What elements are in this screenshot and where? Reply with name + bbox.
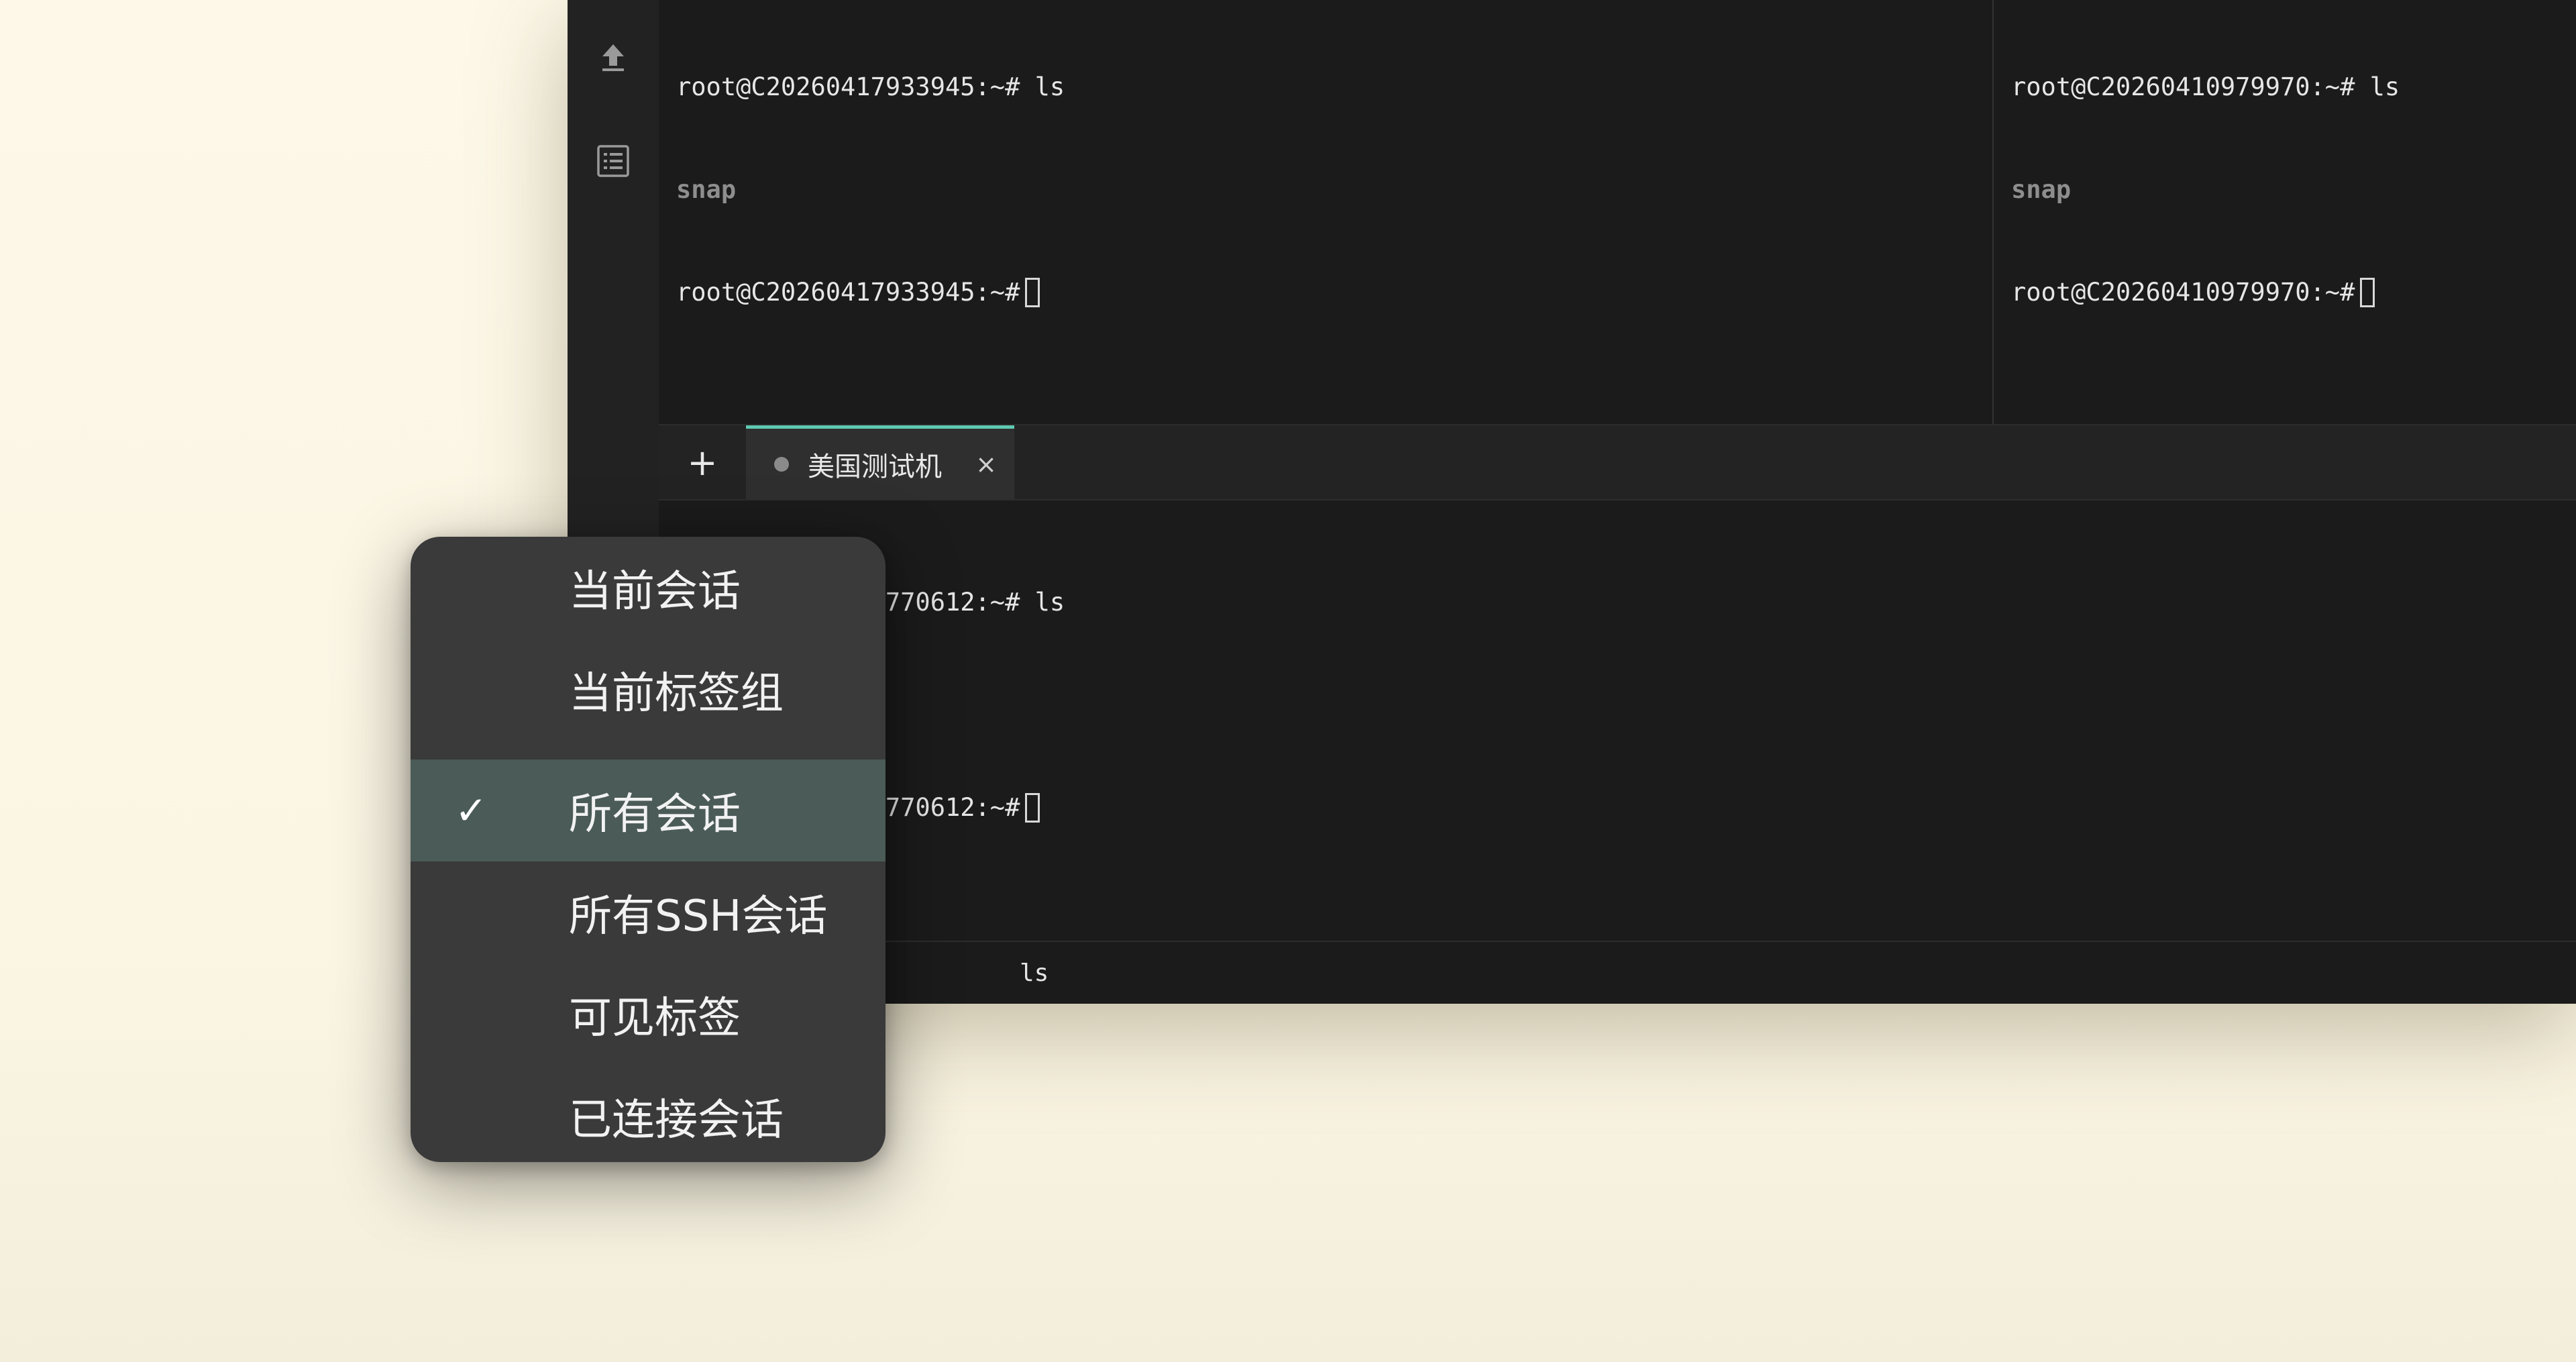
command-input[interactable]: ls — [1020, 959, 1049, 987]
menu-item-all-sessions[interactable]: ✓ 所有会话 — [411, 759, 885, 861]
terminal-output: root@C20260410979970:~# ls snap root@C20… — [2011, 1, 2400, 378]
menu-item-label: 所有SSH会话 — [569, 892, 828, 941]
menu-item-connected-sessions[interactable]: 已连接会话 — [411, 1065, 885, 1162]
upload-icon[interactable] — [590, 35, 636, 81]
broadcast-target-menu: 当前会话 当前标签组 ✓ 所有会话 所有SSH会话 可见标签 已连接会话 — [411, 537, 885, 1162]
list-icon-glyph — [597, 145, 629, 177]
close-tab-icon[interactable]: × — [975, 450, 997, 479]
terminal-cursor — [2360, 278, 2375, 307]
terminal-prompt-line: root@C20260417933945:~# — [676, 275, 1065, 309]
tab-bar: + 美国测试机 × — [659, 424, 2576, 501]
menu-item-label: 所有会话 — [569, 790, 741, 839]
terminal-pane-top-left[interactable]: root@C20260417933945:~# ls snap root@C20… — [659, 0, 1992, 424]
terminal-pane-bottom[interactable]: root@C20260410770612:~# ls snap root@C20… — [659, 501, 2576, 941]
add-tab-button[interactable]: + — [659, 425, 746, 499]
terminal-prompt: root@C20260410979970:~# — [2011, 278, 2355, 307]
checkmark-icon: ✓ — [455, 788, 488, 833]
menu-item-label: 已连接会话 — [569, 1096, 784, 1145]
tab-label: 美国测试机 — [808, 451, 942, 482]
terminal-prompt: root@C20260417933945:~# — [676, 278, 1020, 307]
menu-item-visible-tabs[interactable]: 可见标签 — [411, 963, 885, 1065]
terminal-cursor — [1025, 793, 1040, 823]
command-input-bar[interactable]: ls — [659, 941, 2576, 1004]
tab-active-session[interactable]: 美国测试机 × — [746, 425, 1014, 499]
menu-item-label: 可见标签 — [569, 994, 741, 1043]
list-icon[interactable] — [590, 138, 636, 184]
terminal-line: root@C20260410979970:~# ls — [2011, 72, 2400, 101]
tab-status-dot — [774, 456, 789, 472]
terminal-line: snap — [676, 175, 737, 204]
upload-icon-glyph — [602, 44, 624, 71]
terminal-output: root@C20260417933945:~# ls snap root@C20… — [676, 1, 1065, 378]
terminal-line: snap — [2011, 175, 2072, 204]
terminal-prompt-line: root@C20260410979970:~# — [2011, 275, 2400, 309]
menu-item-label: 当前标签组 — [569, 669, 784, 719]
menu-item-all-ssh-sessions[interactable]: 所有SSH会话 — [411, 861, 885, 963]
terminal-pane-top-right[interactable]: root@C20260410979970:~# ls snap root@C20… — [1994, 0, 2576, 424]
menu-item-current-session[interactable]: 当前会话 — [411, 537, 885, 639]
terminal-line: root@C20260417933945:~# ls — [676, 72, 1065, 101]
terminal-cursor — [1025, 278, 1040, 307]
menu-item-current-tab-group[interactable]: 当前标签组 — [411, 639, 885, 741]
menu-item-label: 当前会话 — [569, 567, 741, 617]
